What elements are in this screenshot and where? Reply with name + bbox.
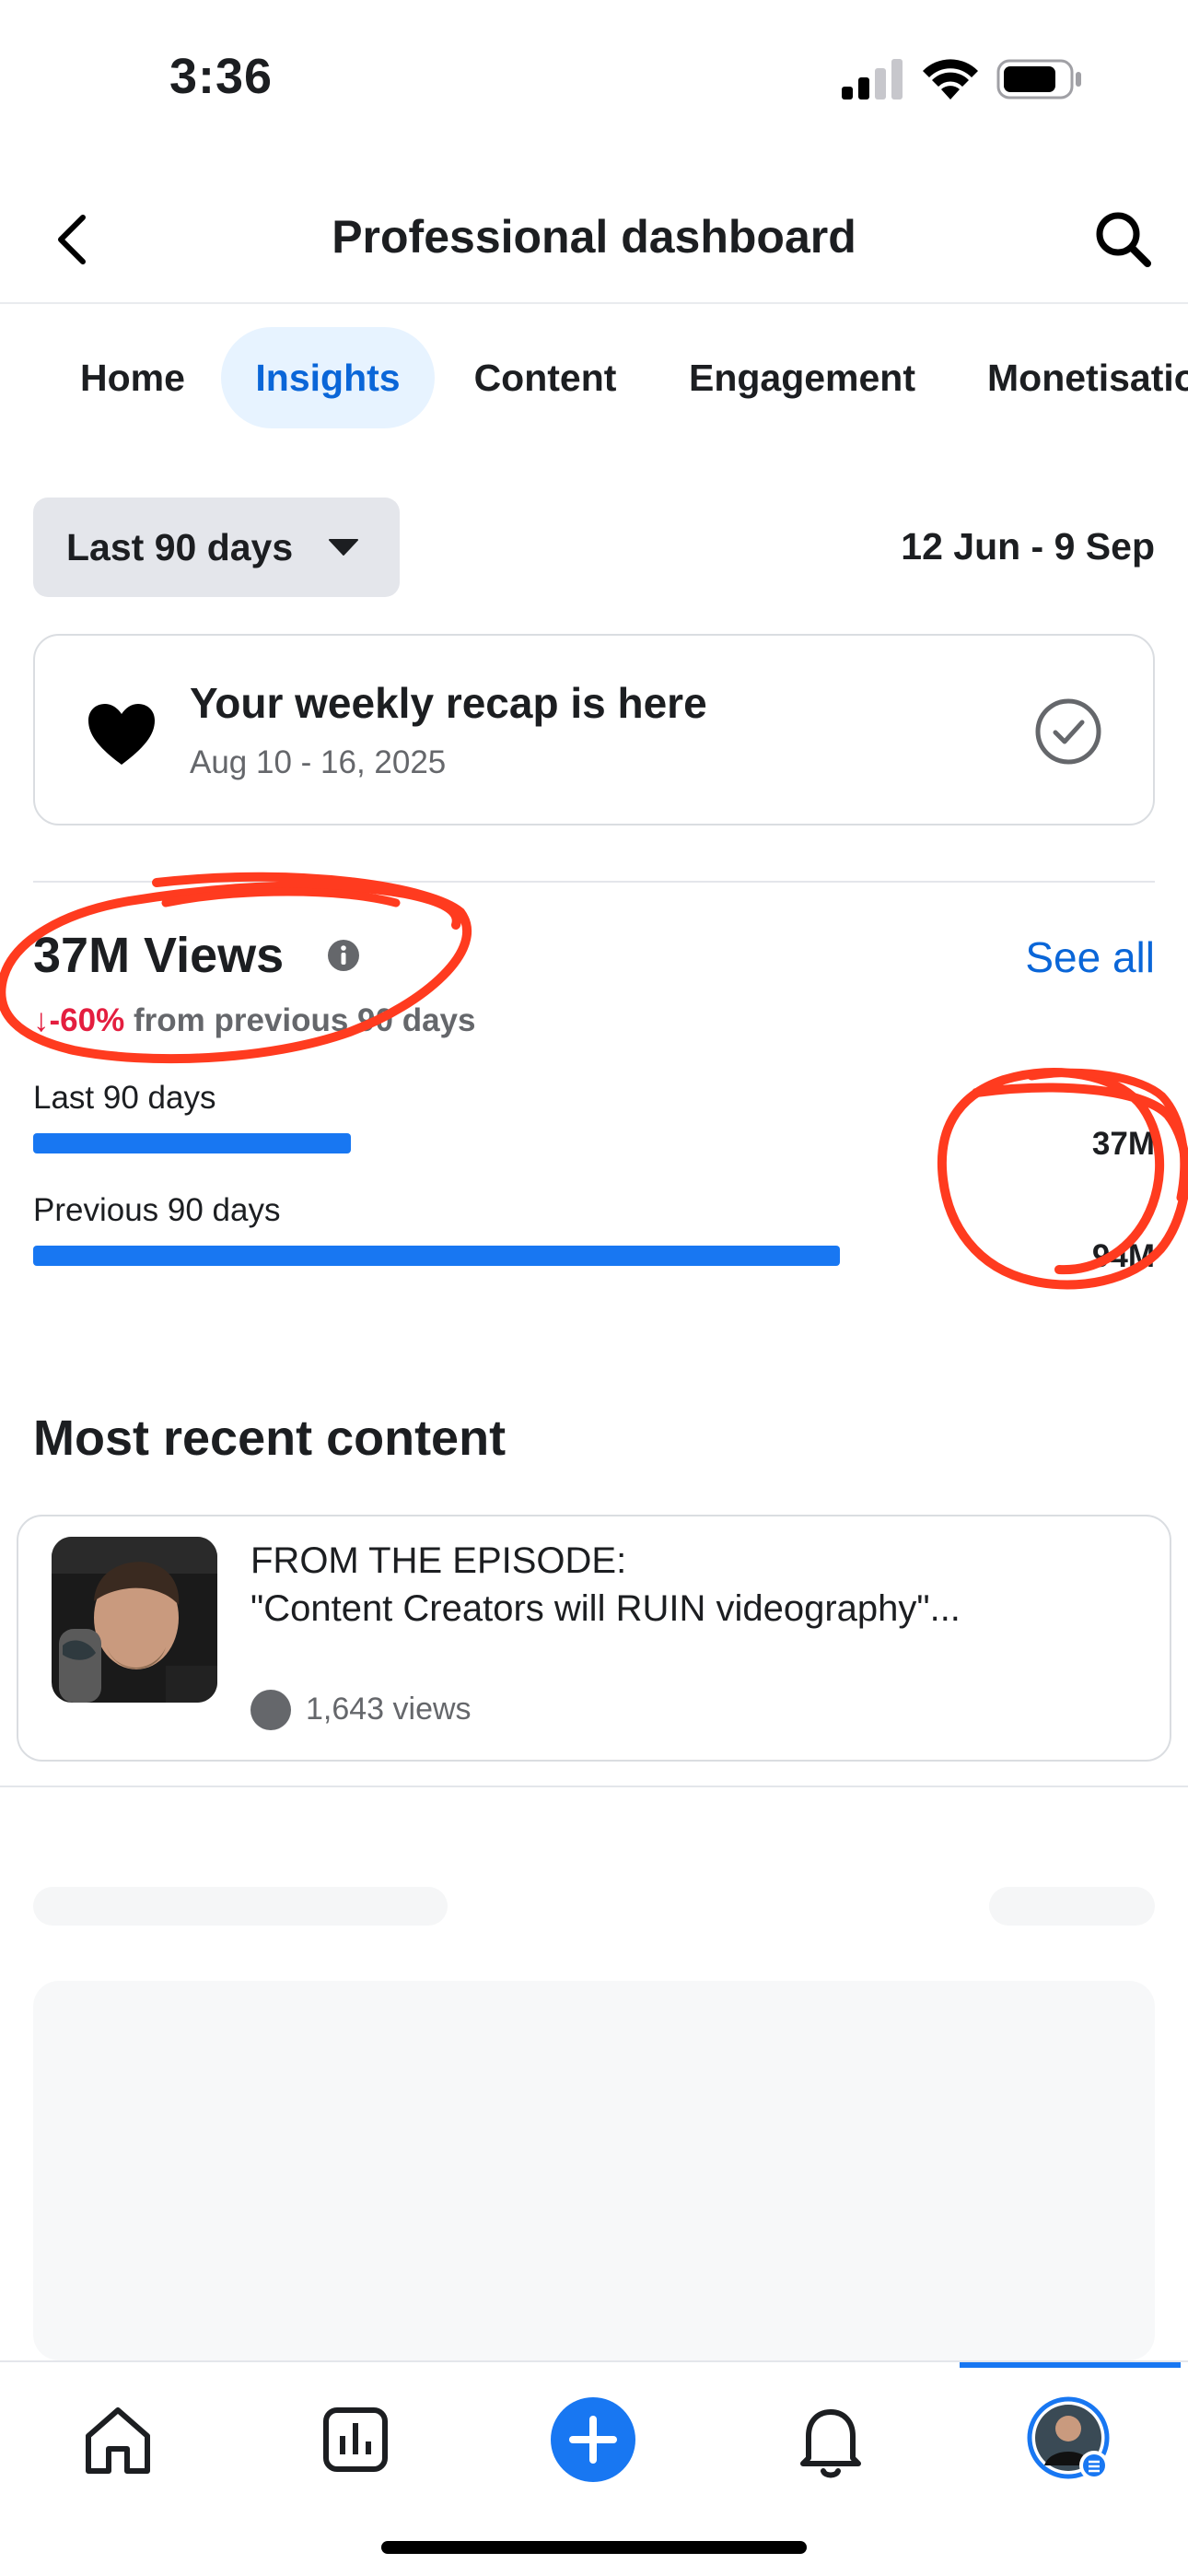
date-range-label: Last 90 days xyxy=(66,526,294,568)
content-title-line1: FROM THE EPISODE: xyxy=(250,1540,627,1581)
info-icon[interactable] xyxy=(326,938,361,973)
battery-icon xyxy=(996,59,1081,100)
notifications-bell-icon[interactable] xyxy=(785,2394,877,2486)
create-plus-icon[interactable] xyxy=(547,2394,639,2486)
bar-value-last-90: 37M xyxy=(1091,1126,1155,1162)
status-bar: 3:36 xyxy=(0,0,1188,157)
recent-content-heading: Most recent content xyxy=(33,1411,507,1466)
tab-monetisation[interactable]: Monetisation xyxy=(971,327,1188,428)
bar-label-last-90: Last 90 days xyxy=(33,1080,216,1116)
page-title: Professional dashboard xyxy=(332,211,856,263)
views-total: 37M Views xyxy=(33,928,285,983)
bar-value-previous-90: 94M xyxy=(1091,1238,1155,1274)
down-arrow-icon: ↓ xyxy=(33,1002,50,1038)
recent-content-card[interactable]: FROM THE EPISODE: "Content Creators will… xyxy=(17,1515,1171,1762)
views-dot-icon xyxy=(250,1690,291,1730)
bar-last-90 xyxy=(33,1133,351,1153)
video-thumbnail xyxy=(52,1537,217,1703)
top-header: Professional dashboard xyxy=(0,175,1188,304)
recap-date: Aug 10 - 16, 2025 xyxy=(190,744,447,780)
section-divider xyxy=(0,1786,1188,1787)
tab-insights[interactable]: Insights xyxy=(221,327,435,428)
loading-skeleton-card xyxy=(33,1981,1155,2360)
dashboard-tabs: Home Insights Content Engagement Monetis… xyxy=(0,327,1188,428)
heart-icon xyxy=(88,704,155,765)
active-tab-indicator xyxy=(960,2362,1181,2368)
change-percent: -60% xyxy=(49,1002,125,1038)
search-icon[interactable] xyxy=(1087,203,1160,276)
content-title-line2: "Content Creators will RUIN videography"… xyxy=(250,1588,961,1629)
tab-content[interactable]: Content xyxy=(453,327,637,428)
see-all-link[interactable]: See all xyxy=(1025,932,1155,982)
cellular-signal-icon xyxy=(842,59,903,100)
change-description: from previous 90 days xyxy=(124,1002,476,1038)
date-range-text: 12 Jun - 9 Sep xyxy=(901,525,1155,568)
home-icon[interactable] xyxy=(72,2394,164,2486)
check-circle-icon[interactable] xyxy=(1033,697,1103,767)
status-time: 3:36 xyxy=(169,49,274,104)
bar-label-previous-90: Previous 90 days xyxy=(33,1192,281,1228)
recap-title: Your weekly recap is here xyxy=(190,679,707,727)
caret-down-icon xyxy=(329,539,358,556)
views-change: ↓-60% from previous 90 days xyxy=(33,1002,475,1039)
home-indicator xyxy=(381,2541,807,2554)
bar-track-previous-90 xyxy=(33,1246,840,1266)
bar-previous-90 xyxy=(33,1246,840,1266)
profile-avatar-icon[interactable] xyxy=(1022,2394,1114,2486)
weekly-recap-card[interactable]: Your weekly recap is here Aug 10 - 16, 2… xyxy=(33,634,1155,825)
date-range-dropdown[interactable]: Last 90 days xyxy=(33,498,400,597)
bar-track-last-90 xyxy=(33,1133,840,1153)
loading-skeleton-link xyxy=(989,1887,1155,1926)
wifi-icon xyxy=(923,59,978,100)
tab-engagement[interactable]: Engagement xyxy=(669,327,936,428)
content-views-count: 1,643 views xyxy=(306,1692,472,1727)
insights-icon[interactable] xyxy=(309,2394,402,2486)
section-divider xyxy=(33,881,1155,883)
tab-home[interactable]: Home xyxy=(57,327,208,428)
loading-skeleton-title xyxy=(33,1887,448,1926)
